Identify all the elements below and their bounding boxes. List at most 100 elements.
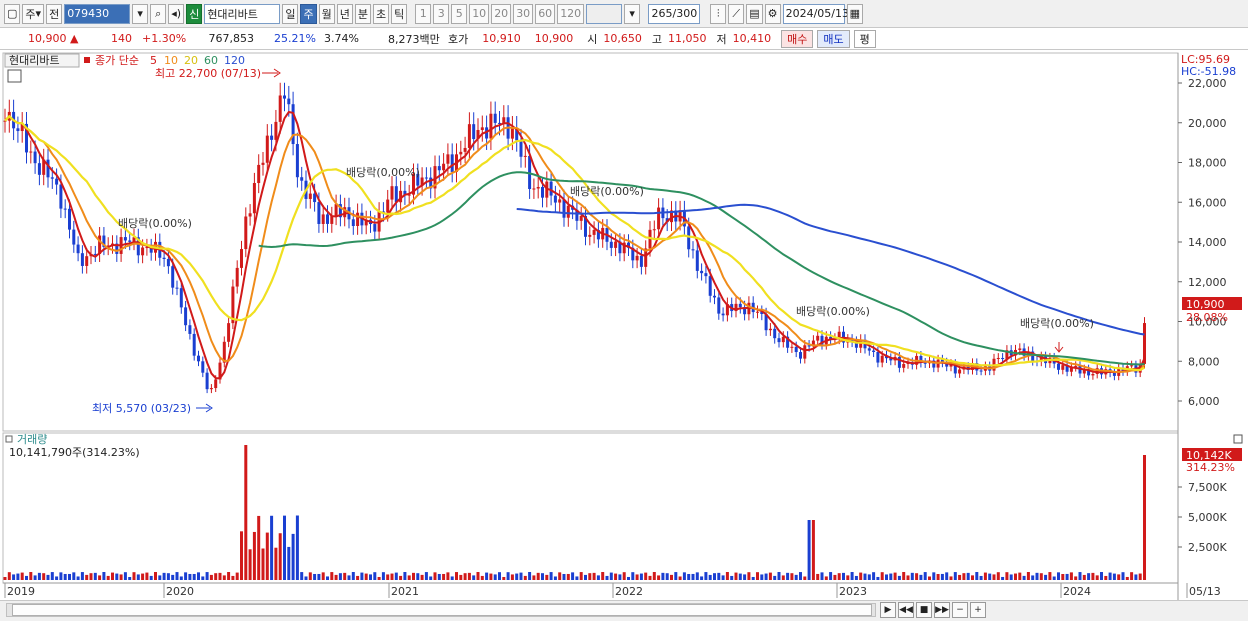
volume-bar (3, 577, 7, 580)
candle-body (781, 336, 785, 343)
save-icon[interactable]: ▤ (746, 3, 763, 24)
stock-code-input[interactable]: 079430 (64, 3, 131, 24)
gear-icon[interactable]: ⚙ (764, 3, 781, 24)
calendar-icon[interactable]: ▦ (846, 3, 863, 24)
period-second[interactable]: 초 (372, 3, 390, 24)
buy-button[interactable]: 매수 (781, 29, 814, 48)
chevron-down-icon[interactable]: ▾ (624, 3, 641, 24)
forward-icon[interactable]: ▶▶ (934, 602, 950, 618)
volume-bar (291, 533, 295, 580)
candle-body (424, 177, 428, 179)
sell-button[interactable]: 매도 (817, 29, 850, 48)
volume-bar (829, 572, 833, 580)
zoom-out-icon[interactable]: − (952, 602, 968, 618)
close-icon[interactable] (1233, 434, 1243, 444)
candle-body (278, 95, 282, 122)
interval-5[interactable]: 5 (451, 3, 468, 24)
candle-icon[interactable]: ⫶ (710, 3, 727, 24)
grid-toggle-icon[interactable] (7, 69, 22, 83)
candle-body (691, 249, 695, 251)
volume-bar (235, 572, 239, 580)
x-tick-label: 2024 (1063, 585, 1091, 598)
rewind-icon[interactable]: ◀◀ (898, 602, 914, 618)
volume-bar (1125, 576, 1129, 580)
volume-bar (433, 572, 437, 580)
period-minute[interactable]: 분 (354, 3, 371, 24)
scrollbar-thumb[interactable] (12, 604, 872, 616)
custom-interval-input[interactable] (586, 3, 623, 24)
volume-bar (584, 574, 587, 580)
chart-svg[interactable]: 현대리바트 종가 단순 5 10 20 60 120 LC:95.69 HC:-… (0, 50, 1248, 621)
stock-name-field[interactable]: 현대리바트 (204, 3, 281, 24)
price-tick-label: 6,000 (1188, 395, 1220, 408)
interval-20[interactable]: 20 (491, 3, 512, 24)
candle-body (192, 333, 196, 356)
interval-10[interactable]: 10 (469, 3, 490, 24)
stop-icon[interactable]: ■ (916, 602, 932, 618)
candle-body (214, 379, 218, 389)
volume-bar (136, 574, 140, 580)
interval-60[interactable]: 60 (535, 3, 556, 24)
period-day[interactable]: 일 (282, 3, 299, 24)
volume-bar (356, 575, 360, 580)
candle-body (283, 95, 286, 99)
candle-body (390, 186, 394, 200)
period-tick[interactable]: 틱 (391, 3, 408, 24)
volume-bar (1117, 574, 1121, 580)
chart-area[interactable]: 현대리바트 종가 단순 5 10 20 60 120 LC:95.69 HC:-… (0, 50, 1248, 621)
volume-bar (953, 572, 957, 580)
volume-bar (966, 572, 970, 580)
interval-1[interactable]: 1 (415, 3, 432, 24)
zoom-in-icon[interactable]: + (970, 602, 986, 618)
volume-bar (682, 572, 686, 580)
volume-bar (50, 572, 54, 580)
interval-30[interactable]: 30 (513, 3, 534, 24)
candle-body (463, 147, 467, 152)
candle-body (902, 364, 906, 368)
flat-button[interactable]: 평 (853, 29, 876, 48)
volume-bar (141, 573, 145, 580)
x-axis: 2019 2020 2021 2022 2023 2024 05/13 (3, 582, 1221, 598)
interval-120[interactable]: 120 (557, 3, 585, 24)
volume-bar (158, 575, 162, 580)
date-input[interactable]: 2024/05/13 (782, 3, 849, 24)
period-month[interactable]: 월 (318, 3, 335, 24)
volume-value: 767,853 (208, 32, 255, 45)
volume-bar (274, 547, 278, 580)
volume-bar (1130, 572, 1134, 580)
period-year[interactable]: 년 (336, 3, 353, 24)
volume-bar (743, 574, 747, 580)
candle-body (523, 155, 527, 157)
candle-body (756, 311, 759, 313)
interval-3[interactable]: 3 (433, 3, 450, 24)
volume-bar (902, 572, 906, 580)
volume-bar (880, 572, 884, 580)
volume-bar (571, 572, 575, 580)
volume-bar (123, 572, 127, 580)
volume-bar (725, 572, 729, 580)
dividend-annotation-5: 배당락(0.00%) (1020, 317, 1094, 330)
candle-body (248, 213, 252, 217)
speaker-icon[interactable]: ◂) (168, 3, 185, 24)
volume-bar (807, 520, 811, 580)
search-icon[interactable]: ⌕ (150, 3, 167, 24)
volume-bar (489, 573, 493, 580)
volume-bar (687, 573, 691, 580)
prev-button[interactable]: 전 (46, 3, 63, 24)
market-select[interactable]: 주 ▾ (22, 3, 45, 24)
play-icon[interactable]: ▶ (880, 602, 896, 618)
volume-bar (510, 574, 514, 580)
volume-bar (528, 572, 532, 580)
volume-bar (59, 572, 63, 580)
volume-bar (360, 572, 364, 580)
period-week[interactable]: 주 (300, 3, 317, 24)
volume-bar (145, 572, 149, 580)
chevron-down-icon[interactable]: ▾ (132, 3, 149, 24)
candle-body (790, 346, 794, 348)
draw-icon[interactable]: ⟋ (728, 3, 745, 24)
window-icon[interactable]: ▢ (4, 3, 21, 24)
volume-bar (42, 573, 46, 580)
volume-bar (1143, 455, 1146, 580)
volume-bar (635, 574, 639, 580)
count-input[interactable]: 265/300 (648, 3, 701, 24)
